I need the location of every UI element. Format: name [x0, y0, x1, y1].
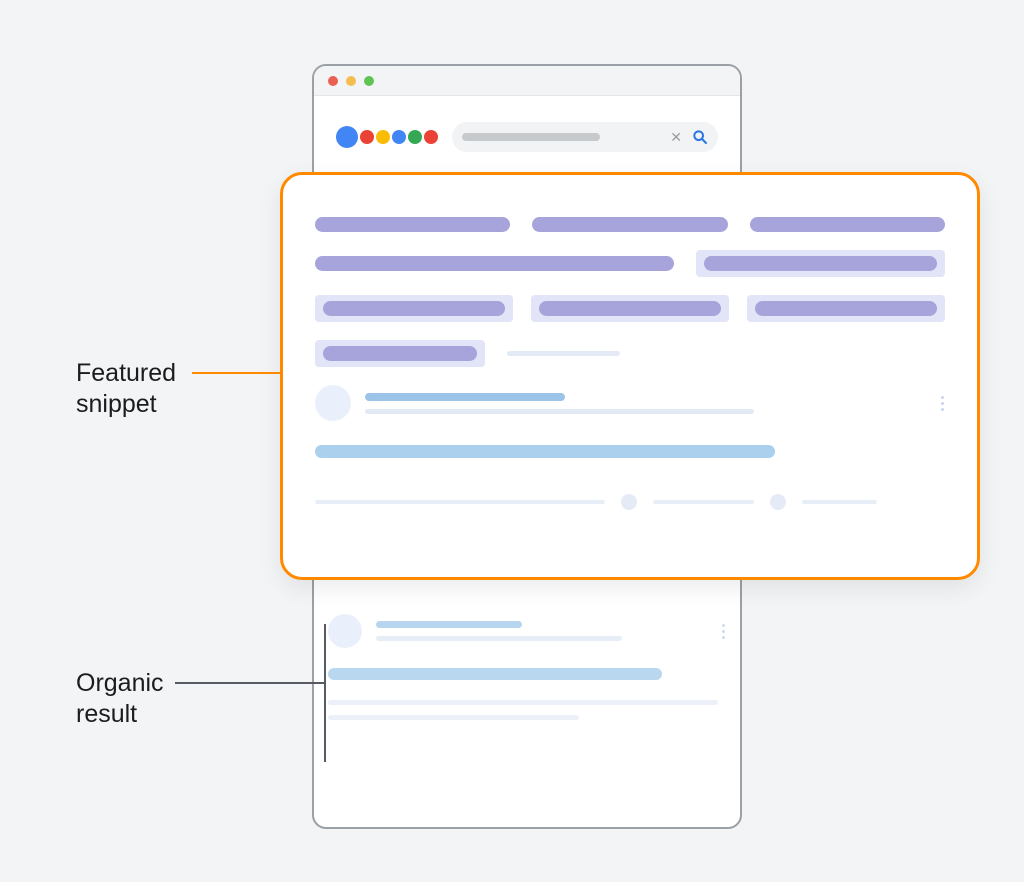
- browser-titlebar: [314, 66, 740, 96]
- site-favicon: [315, 385, 351, 421]
- text-placeholder: [328, 715, 579, 720]
- snippet-text-row: [315, 340, 945, 367]
- text-placeholder: [802, 500, 878, 504]
- text-placeholder: [532, 217, 727, 232]
- text-placeholder: [704, 256, 937, 271]
- text-placeholder: [323, 346, 477, 361]
- site-name-placeholder: [376, 621, 522, 628]
- text-placeholder: [539, 301, 721, 316]
- logo-dot: [336, 126, 358, 148]
- site-url-placeholder: [365, 409, 754, 414]
- result-overflow-menu-icon[interactable]: [722, 624, 726, 639]
- leader-line: [175, 682, 325, 684]
- text-placeholder: [328, 700, 718, 705]
- label-featured-snippet: Featured snippet: [76, 358, 176, 421]
- snippet-text-row: [315, 295, 945, 322]
- text-placeholder: [750, 217, 945, 232]
- dot-separator-icon: [621, 494, 637, 510]
- text-placeholder: [653, 500, 754, 504]
- site-url-placeholder: [376, 636, 622, 641]
- text-placeholder: [315, 256, 674, 271]
- snippet-text-row: [315, 217, 945, 232]
- search-query-placeholder: [462, 133, 600, 141]
- window-close-icon[interactable]: [328, 76, 338, 86]
- label-organic-result: Organic result: [76, 668, 164, 731]
- snippet-text-row: [315, 250, 945, 277]
- logo-dot: [424, 130, 438, 144]
- logo-dot: [408, 130, 422, 144]
- result-title-link[interactable]: [328, 668, 662, 680]
- clear-search-icon[interactable]: ✕: [670, 130, 682, 144]
- featured-snippet-panel: [280, 172, 980, 580]
- organic-result: [326, 614, 730, 720]
- search-icon[interactable]: [692, 129, 708, 145]
- text-placeholder: [315, 500, 605, 504]
- snippet-source-result: [315, 385, 945, 510]
- leader-line: [324, 624, 326, 762]
- text-placeholder: [323, 301, 505, 316]
- logo-dot: [360, 130, 374, 144]
- logo-dot: [392, 130, 406, 144]
- window-zoom-icon[interactable]: [364, 76, 374, 86]
- search-engine-logo: [336, 126, 438, 148]
- highlighted-text: [747, 295, 945, 322]
- window-minimize-icon[interactable]: [346, 76, 356, 86]
- result-description: [328, 700, 726, 720]
- search-input[interactable]: ✕: [452, 122, 718, 152]
- highlighted-text: [315, 295, 513, 322]
- text-placeholder: [755, 301, 937, 316]
- site-name-placeholder: [365, 393, 565, 401]
- site-favicon: [328, 614, 362, 648]
- search-header: ✕: [314, 96, 740, 162]
- text-placeholder: [507, 351, 620, 356]
- logo-dot: [376, 130, 390, 144]
- result-overflow-menu-icon[interactable]: [941, 396, 945, 411]
- dot-separator-icon: [770, 494, 786, 510]
- result-title-link[interactable]: [315, 445, 775, 458]
- snippet-footer: [315, 494, 945, 510]
- highlighted-text: [531, 295, 729, 322]
- highlighted-text: [696, 250, 945, 277]
- highlighted-text: [315, 340, 485, 367]
- text-placeholder: [315, 217, 510, 232]
- leader-line: [192, 372, 280, 374]
